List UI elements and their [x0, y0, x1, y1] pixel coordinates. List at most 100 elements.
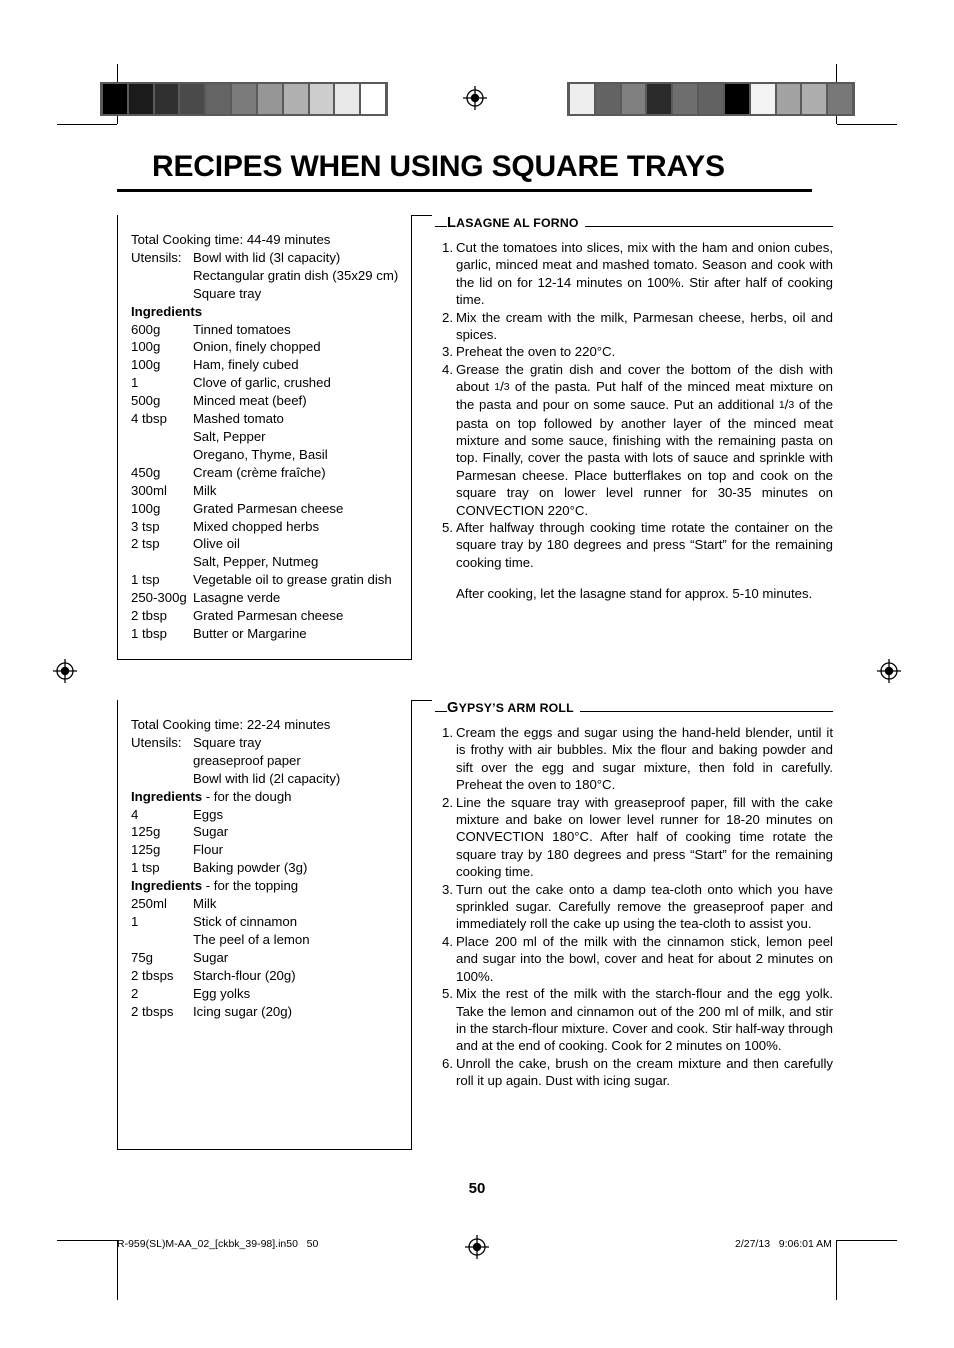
ingredient-row: The peel of a lemon	[131, 931, 416, 949]
ingredient-row: 1 Stick of cinnamon	[131, 913, 416, 931]
registration-target-bottom-center	[464, 1234, 490, 1265]
instruction-step: 3. Preheat the oven to 220°C.	[435, 343, 833, 360]
step-text: After halfway through cooking time rotat…	[456, 520, 833, 570]
gray-patch	[309, 84, 334, 114]
ingredient-quantity: 450g	[131, 464, 161, 480]
ingredient-row: 4 Eggs	[131, 806, 416, 824]
gray-patch	[802, 84, 827, 114]
ingredient-quantity	[131, 446, 193, 464]
step-number: 1.	[442, 240, 453, 255]
ingredients-suffix: - for the dough	[202, 788, 292, 804]
ingredient-name: Starch-flour (20g)	[193, 967, 296, 983]
utensils-list: Utensils: Square tray greaseproof paper Bow…	[131, 734, 416, 788]
ingredient-name: Cream (crème fraîche)	[193, 464, 326, 480]
ingredient-quantity	[131, 428, 193, 446]
utensil-name: Bowl with lid (3l capacity)	[193, 249, 341, 265]
ingredient-name: Icing sugar (20g)	[193, 1003, 292, 1019]
ingredient-name: Sugar	[193, 949, 229, 965]
ingredient-row: 1 Clove of garlic, crushed	[131, 374, 416, 392]
ingredient-quantity: 100g	[131, 357, 161, 373]
ingredients-label-2: Ingredients	[131, 878, 203, 894]
ingredient-name: Stick of cinnamon	[193, 913, 298, 929]
ingredient-name: Eggs	[193, 806, 224, 822]
gray-patch	[621, 84, 646, 114]
grayscale-step-wedge-left	[100, 82, 388, 116]
ingredient-name: Ham, finely cubed	[193, 357, 299, 373]
ingredient-quantity: 600g	[131, 321, 161, 337]
ingredient-quantity: 4	[131, 806, 139, 822]
gray-patch	[750, 84, 775, 114]
recipe-heading: LASAGNE AL FORNO	[435, 215, 833, 237]
utensil-line: Bowl with lid (2l capacity)	[131, 770, 416, 788]
utensils-label	[131, 752, 193, 770]
ingredient-row: 125g Flour	[131, 841, 416, 859]
gray-patch	[257, 84, 282, 114]
ingredient-quantity: 125g	[131, 842, 161, 858]
ingredients-label: Ingredients	[131, 303, 203, 319]
ingredient-row: 100g Ham, finely cubed	[131, 356, 416, 374]
ingredient-name: Flour	[193, 842, 224, 858]
recipe-heading-rest: ASAGNE AL FORNO	[456, 216, 579, 230]
utensils-label	[131, 267, 193, 285]
recipe-heading: GYPSY’S ARM ROLL	[435, 700, 833, 722]
instructions-column: LASAGNE AL FORNO 1. Cut the tomatoes into…	[435, 215, 833, 603]
ingredient-name: Grated Parmesan cheese	[193, 500, 344, 516]
ingredient-row: 250ml Milk	[131, 895, 416, 913]
ingredient-row: 1 tbsp Butter or Margarine	[131, 625, 416, 643]
gray-patch	[724, 84, 749, 114]
gray-patch	[673, 84, 698, 114]
ingredients-list: 600g Tinned tomatoes 100g Onion, finely cho…	[131, 321, 416, 643]
page-number: 50	[468, 1180, 486, 1197]
ingredients-suffix-2: - for the topping	[202, 878, 299, 894]
step-number: 6.	[442, 1055, 453, 1071]
after-note: After cooking, let the lasagne stand for…	[456, 586, 813, 602]
utensils-label: Utensils:	[131, 734, 182, 750]
ingredient-row: 2 tbsp Grated Parmesan cheese	[131, 607, 416, 625]
step-number: 3.	[442, 881, 453, 897]
gray-patch	[828, 84, 852, 114]
utensils-label: Utensils:	[131, 249, 182, 265]
ingredient-name: Olive oil	[193, 536, 240, 552]
ingredient-name: Salt, Pepper	[193, 428, 266, 444]
ingredient-row: 2 tbsps Icing sugar (20g)	[131, 1003, 416, 1021]
step-text: Cream the eggs and sugar using the hand-…	[456, 725, 833, 793]
utensil-line: greaseproof paper	[131, 752, 416, 770]
gray-patch	[595, 84, 620, 114]
ingredient-quantity	[131, 931, 193, 949]
cooking-time-value: 44-49 minutes	[246, 232, 331, 247]
gray-patch	[647, 84, 672, 114]
ingredient-name: The peel of a lemon	[193, 931, 310, 947]
ingredient-name: Milk	[193, 482, 217, 498]
ingredient-name: Minced meat (beef)	[193, 393, 307, 409]
ingredients-frame-stub	[412, 215, 432, 217]
instruction-step: 3. Turn out the cake onto a damp tea-clot…	[435, 881, 833, 933]
ingredient-quantity: 2 tbsp	[131, 608, 167, 624]
recipe-heading-initial: L	[447, 215, 457, 231]
ingredient-row: 100g Onion, finely chopped	[131, 338, 416, 356]
ingredient-quantity: 1 tsp	[131, 572, 160, 588]
ingredients-column: Total Cooking time: 44-49 minutes Utensi…	[131, 231, 416, 643]
step-number: 2.	[442, 794, 453, 810]
instruction-step: 2. Line the square tray with greaseproof …	[435, 794, 833, 881]
ingredients-heading-2: Ingredients - for the topping	[131, 877, 416, 895]
gray-patch	[776, 84, 801, 114]
utensil-name: Square tray	[193, 285, 262, 301]
ingredient-name: Grated Parmesan cheese	[193, 608, 344, 624]
step-text: Mix the cream with the milk, Parmesan ch…	[456, 309, 833, 343]
ingredient-quantity	[131, 553, 193, 571]
ingredient-name: Butter or Margarine	[193, 625, 307, 641]
gray-patch	[206, 84, 231, 114]
utensil-line: Utensils: Square tray	[131, 734, 416, 752]
ingredient-name: Sugar	[193, 824, 229, 840]
step-number: 5.	[442, 986, 453, 1002]
ingredient-quantity: 250-300g	[131, 590, 187, 606]
cooking-time-value: 22-24 minutes	[246, 717, 331, 732]
ingredient-row: 3 tsp Mixed chopped herbs	[131, 518, 416, 536]
ingredients-list-2: 250ml Milk 1 Stick of cinnamon The peel of a…	[131, 895, 416, 1020]
ingredient-quantity: 500g	[131, 393, 161, 409]
utensil-name: Bowl with lid (2l capacity)	[193, 770, 341, 786]
ingredients-list: 4 Eggs 125g Sugar 125g Flour 1 tsp Baking powde…	[131, 806, 416, 878]
page-title: RECIPES WHEN USING SQUARE TRAYS	[152, 150, 725, 183]
ingredient-row: 300ml Milk	[131, 482, 416, 500]
ingredient-quantity: 75g	[131, 949, 154, 965]
